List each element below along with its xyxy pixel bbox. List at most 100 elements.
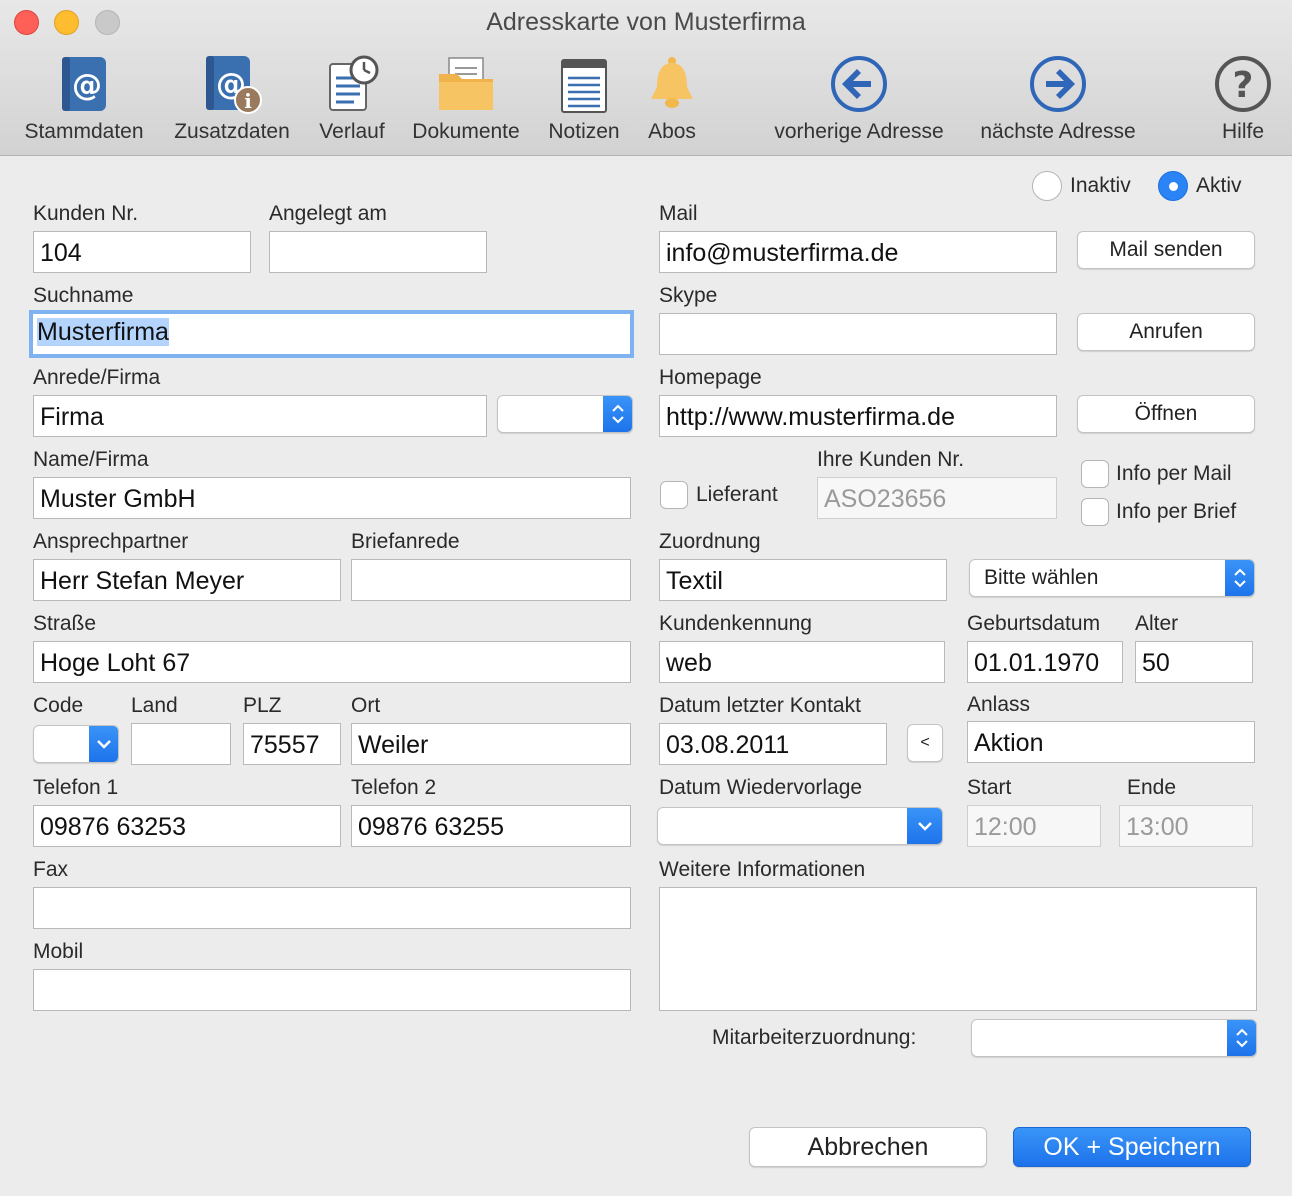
mobil-field[interactable] <box>33 969 631 1011</box>
address-card-window: Adresskarte von Musterfirma @ Stammdaten… <box>0 0 1292 1196</box>
anlass-label: Anlass <box>967 693 1031 716</box>
letzter-kontakt-field[interactable]: 03.08.2011 <box>659 723 887 765</box>
lieferant-label: Lieferant <box>696 483 778 506</box>
ort-field[interactable]: Weiler <box>351 723 631 765</box>
call-button[interactable]: Anrufen <box>1077 313 1255 351</box>
alter-label: Alter <box>1135 612 1179 635</box>
mail-label: Mail <box>659 202 698 225</box>
toolbar-stammdaten[interactable]: @ Stammdaten <box>14 52 154 144</box>
toolbar-help[interactable]: ? Hilfe <box>1206 52 1280 144</box>
ansprechpartner-field[interactable]: Herr Stefan Meyer <box>33 559 341 601</box>
plz-label: PLZ <box>243 694 282 717</box>
zuordnung-label: Zuordnung <box>659 530 761 553</box>
briefanrede-label: Briefanrede <box>351 530 460 553</box>
land-field[interactable] <box>131 723 231 765</box>
zuordnung-popup[interactable]: Bitte wählen <box>969 559 1255 597</box>
cancel-button[interactable]: Abbrechen <box>749 1127 987 1167</box>
status-inactive-radio[interactable] <box>1032 171 1062 201</box>
telefon1-field[interactable]: 09876 63253 <box>33 805 341 847</box>
address-book-icon: @ <box>62 57 106 111</box>
name-field[interactable]: Muster GmbH <box>33 477 631 519</box>
folder-icon <box>439 57 493 110</box>
suchname-label: Suchname <box>33 284 134 307</box>
zuordnung-popup-value: Bitte wählen <box>984 566 1099 589</box>
set-today-button[interactable]: < <box>907 724 943 762</box>
ort-label: Ort <box>351 694 381 717</box>
suchname-selected-text: Musterfirma <box>37 318 169 346</box>
plz-field[interactable]: 75557 <box>243 723 341 765</box>
ansprechpartner-label: Ansprechpartner <box>33 530 189 553</box>
toolbar-zusatzdaten[interactable]: @ i Zusatzdaten <box>164 52 300 144</box>
anlass-field[interactable]: Aktion <box>967 721 1255 763</box>
info-mail-checkbox[interactable] <box>1081 460 1109 488</box>
mitarbeiter-label: Mitarbeiterzuordnung: <box>712 1026 917 1049</box>
ende-label: Ende <box>1127 776 1177 799</box>
fax-label: Fax <box>33 858 69 881</box>
homepage-label: Homepage <box>659 366 762 389</box>
toolbar-next-address[interactable]: nächste Adresse <box>966 52 1150 144</box>
status-active-radio[interactable] <box>1158 171 1188 201</box>
toolbar-abos[interactable]: Abos <box>636 52 708 144</box>
open-homepage-button[interactable]: Öffnen <box>1077 395 1255 433</box>
kunden-nr-label: Kunden Nr. <box>33 202 139 225</box>
code-popup[interactable] <box>33 725 119 763</box>
arrow-left-icon <box>831 56 887 112</box>
angelegt-am-label: Angelegt am <box>269 202 387 225</box>
wiedervorlage-label: Datum Wiedervorlage <box>659 776 863 799</box>
geburtsdatum-field[interactable]: 01.01.1970 <box>967 641 1123 683</box>
briefanrede-field[interactable] <box>351 559 631 601</box>
geburtsdatum-label: Geburtsdatum <box>967 612 1101 635</box>
code-label: Code <box>33 694 84 717</box>
start-time-field: 12:00 <box>967 805 1101 847</box>
mitarbeiter-popup[interactable] <box>971 1019 1257 1057</box>
svg-text:@: @ <box>72 68 102 103</box>
toolbar-notizen[interactable]: Notizen <box>538 52 630 144</box>
angelegt-am-field[interactable] <box>269 231 487 273</box>
titlebar: Adresskarte von Musterfirma @ Stammdaten… <box>0 0 1292 156</box>
ok-save-button[interactable]: OK + Speichern <box>1013 1127 1251 1167</box>
skype-label: Skype <box>659 284 718 307</box>
kundenkennung-field[interactable]: web <box>659 641 945 683</box>
mobil-label: Mobil <box>33 940 84 963</box>
chevron-down-icon <box>89 726 118 762</box>
mail-field[interactable]: info@musterfirma.de <box>659 231 1057 273</box>
suchname-field[interactable]: Musterfirma <box>29 310 634 358</box>
info-mail-label: Info per Mail <box>1116 462 1232 485</box>
info-brief-label: Info per Brief <box>1116 500 1237 523</box>
svg-text:i: i <box>244 89 252 113</box>
telefon2-label: Telefon 2 <box>351 776 437 799</box>
info-brief-checkbox[interactable] <box>1081 498 1109 526</box>
svg-text:?: ? <box>1233 65 1254 106</box>
alter-field[interactable]: 50 <box>1135 641 1253 683</box>
anrede-field[interactable]: Firma <box>33 395 487 437</box>
toolbar-previous-address[interactable]: vorherige Adresse <box>760 52 958 144</box>
zuordnung-field[interactable]: Textil <box>659 559 947 601</box>
toolbar-dokumente[interactable]: Dokumente <box>404 52 528 144</box>
bell-icon <box>651 57 693 108</box>
telefon2-field[interactable]: 09876 63255 <box>351 805 631 847</box>
weitere-info-textarea[interactable] <box>659 887 1257 1011</box>
name-label: Name/Firma <box>33 448 149 471</box>
notepad-icon <box>561 59 607 113</box>
strasse-field[interactable]: Hoge Loht 67 <box>33 641 631 683</box>
mail-send-button[interactable]: Mail senden <box>1077 231 1255 269</box>
lieferant-checkbox[interactable] <box>660 481 688 509</box>
help-icon: ? <box>1215 56 1271 112</box>
updown-arrows-icon <box>1227 1020 1256 1056</box>
homepage-field[interactable]: http://www.musterfirma.de <box>659 395 1057 437</box>
kunden-nr-field[interactable]: 104 <box>33 231 251 273</box>
strasse-label: Straße <box>33 612 97 635</box>
end-time-field: 13:00 <box>1119 805 1253 847</box>
updown-arrows-icon <box>603 396 632 432</box>
anrede-label: Anrede/Firma <box>33 366 161 389</box>
wiedervorlage-popup[interactable] <box>657 807 943 845</box>
fax-field[interactable] <box>33 887 631 929</box>
window-title: Adresskarte von Musterfirma <box>486 8 806 36</box>
ihre-kunden-nr-field: ASO23656 <box>817 477 1057 519</box>
letzter-kontakt-label: Datum letzter Kontakt <box>659 694 861 717</box>
chevron-down-icon <box>907 808 942 844</box>
toolbar-verlauf[interactable]: Verlauf <box>310 52 394 144</box>
anrede-popup[interactable] <box>497 395 633 433</box>
skype-field[interactable] <box>659 313 1057 355</box>
weitere-info-label: Weitere Informationen <box>659 858 866 881</box>
